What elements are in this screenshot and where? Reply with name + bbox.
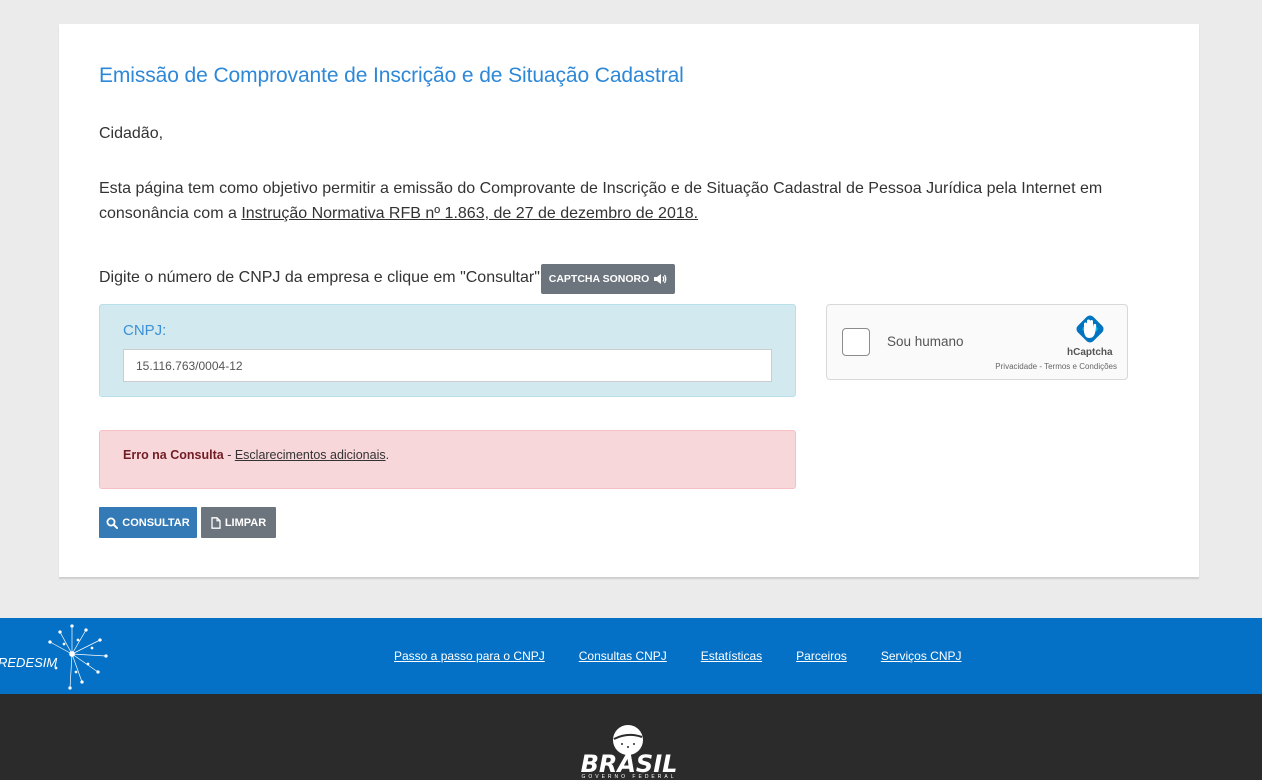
instruction-text: Digite o número de CNPJ da empresa e cli… [99,269,545,286]
hcaptcha-logo-icon [1076,315,1104,343]
normative-instruction-link[interactable]: Instrução Normativa RFB nº 1.863, de 27 … [241,205,698,222]
redesim-logo: REDESIM [0,624,108,690]
brasil-gov-logo: BRASIL GOVERNO FEDERAL [566,720,692,780]
footer-gov-bar: BRASIL GOVERNO FEDERAL [0,694,1262,780]
hcaptcha-terms-link[interactable]: Termos e Condições [1044,362,1117,371]
nav-link-passo-a-passo[interactable]: Passo a passo para o CNPJ [394,649,545,663]
error-alert: Erro na Consulta - Esclarecimentos adici… [99,430,796,489]
nav-link-servicos[interactable]: Serviços CNPJ [881,649,962,663]
hcaptcha-widget: Sou humano hCaptcha Privacidade - Termos… [826,304,1128,380]
intro-paragraph: Esta página tem como objetivo permitir a… [99,176,1139,226]
limpar-button[interactable]: LIMPAR [201,507,276,538]
brasil-logo-subtext: GOVERNO FEDERAL [581,774,677,780]
alert-separator: - [223,448,235,462]
audio-captcha-button[interactable]: CAPTCHA SONORO [541,264,675,294]
hcaptcha-privacy-link[interactable]: Privacidade [995,362,1037,371]
nav-link-consultas[interactable]: Consultas CNPJ [579,649,667,663]
greeting-text: Cidadão, [99,125,164,142]
consultar-button[interactable]: CONSULTAR [99,507,197,538]
alert-title: Erro na Consulta [123,448,224,462]
limpar-label: LIMPAR [224,516,267,529]
alert-message: Erro na Consulta - Esclarecimentos adici… [123,448,389,462]
nav-link-parceiros[interactable]: Parceiros [796,649,847,663]
nav-link-estatisticas[interactable]: Estatísticas [701,649,762,663]
cnpj-panel: CNPJ: [99,304,796,397]
search-icon [106,517,119,529]
file-icon [211,516,221,529]
hcaptcha-links: Privacidade - Termos e Condições [995,362,1117,371]
main-card: Emissão de Comprovante de Inscrição e de… [59,24,1199,577]
speaker-icon [654,274,667,284]
page-title: Emissão de Comprovante de Inscrição e de… [99,64,684,87]
hcaptcha-label: Sou humano [887,334,964,349]
cnpj-label: CNPJ: [123,322,167,339]
cnpj-input[interactable] [123,349,772,382]
redesim-logo-text: REDESIM [0,655,57,670]
hcaptcha-checkbox[interactable] [842,328,870,356]
consultar-label: CONSULTAR [122,516,190,529]
hcaptcha-brand: hCaptcha [1067,347,1113,358]
footer-nav-bar: REDESIM Passo a passo para o CNPJ Consul… [0,618,1262,694]
footer-nav: Passo a passo para o CNPJ Consultas CNPJ… [394,649,962,663]
additional-info-link[interactable]: Esclarecimentos adicionais [235,448,386,462]
alert-suffix: . [385,448,390,462]
audio-captcha-label: CAPTCHA SONORO [548,273,650,285]
